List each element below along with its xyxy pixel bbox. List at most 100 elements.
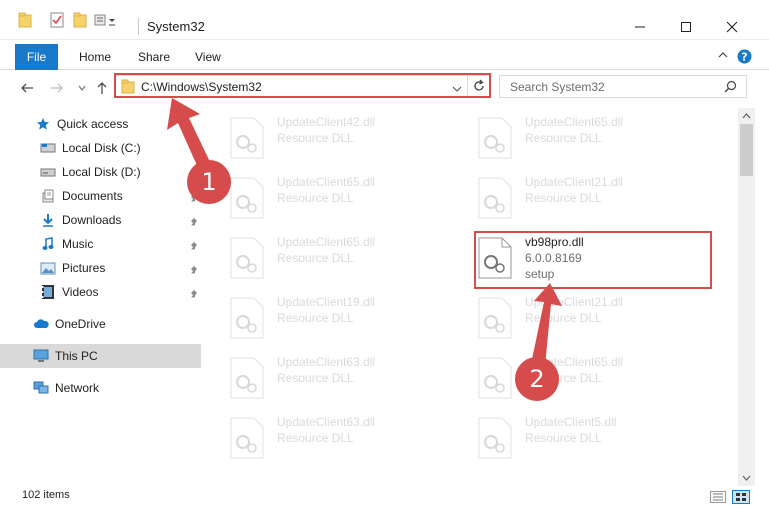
folder-icon[interactable] — [18, 12, 32, 31]
file-description: Resource DLL — [525, 191, 602, 205]
videos-icon — [40, 284, 56, 300]
close-button[interactable] — [709, 12, 755, 42]
sidebar-item-documents[interactable]: Documents — [0, 184, 201, 208]
file-name: UpdateClient65.dll — [277, 175, 376, 189]
maximize-button[interactable] — [663, 12, 709, 42]
sidebar-item-label: Network — [55, 381, 100, 395]
dll-file-icon — [478, 177, 512, 219]
forward-button[interactable] — [47, 78, 67, 98]
sidebar-item-downloads[interactable]: Downloads — [0, 208, 201, 232]
help-icon[interactable]: ? — [737, 49, 752, 67]
file-description: Resource DLL — [277, 431, 354, 445]
file-highlight — [474, 231, 712, 289]
dll-file-icon — [230, 417, 264, 459]
scroll-up-icon[interactable] — [738, 108, 755, 124]
list-item[interactable]: UpdateClient63.dll Resource DLL — [208, 411, 428, 463]
file-list: UpdateClient42.dll Resource DLL UpdateCl… — [207, 108, 738, 486]
dll-file-icon — [478, 357, 512, 399]
sidebar-item-onedrive[interactable]: OneDrive — [0, 312, 201, 336]
tab-view[interactable]: View — [183, 44, 233, 70]
sidebar-item-label: Local Disk (C:) — [62, 141, 141, 155]
title-bar: System32 — [0, 0, 769, 40]
file-name: UpdateClient63.dll — [277, 355, 376, 369]
dll-file-icon — [230, 357, 264, 399]
pictures-icon — [40, 260, 56, 276]
sidebar-item-pictures[interactable]: Pictures — [0, 256, 201, 280]
drive-icon — [40, 164, 56, 180]
search-icon[interactable] — [724, 80, 737, 96]
dll-file-icon — [230, 177, 264, 219]
properties-icon[interactable] — [50, 12, 64, 31]
sidebar-item-local-disk-d[interactable]: Local Disk (D:) — [0, 160, 201, 184]
vertical-scrollbar[interactable] — [738, 108, 755, 486]
download-icon — [40, 212, 56, 228]
file-description: Resource DLL — [525, 131, 602, 145]
file-name: UpdateClient21.dll — [525, 295, 624, 309]
address-bar-highlight — [114, 73, 491, 98]
sidebar-item-music[interactable]: Music — [0, 232, 201, 256]
chevron-down-icon[interactable] — [717, 49, 729, 64]
file-description: Resource DLL — [525, 431, 602, 445]
pin-icon[interactable] — [189, 240, 199, 250]
list-item[interactable]: UpdateClient65.dll Resource DLL — [208, 231, 428, 283]
pin-icon[interactable] — [189, 288, 199, 298]
list-item[interactable]: UpdateClient63.dll Resource DLL — [208, 351, 428, 403]
computer-icon — [33, 348, 49, 364]
dll-file-icon — [478, 417, 512, 459]
back-button[interactable] — [17, 78, 37, 98]
scrollbar-thumb[interactable] — [740, 124, 753, 176]
search-placeholder: Search System32 — [510, 80, 605, 94]
sidebar-item-label: Music — [62, 237, 94, 251]
sidebar-item-label: Quick access — [57, 117, 129, 131]
sidebar-item-videos[interactable]: Videos — [0, 280, 201, 304]
sidebar-item-label: Downloads — [62, 213, 122, 227]
dll-file-icon — [230, 237, 264, 279]
pin-icon[interactable] — [189, 264, 199, 274]
step-badge-1: 1 — [187, 160, 231, 204]
details-view-icon[interactable] — [710, 491, 726, 506]
search-input[interactable]: Search System32 — [499, 75, 747, 98]
svg-text:?: ? — [741, 51, 747, 64]
scroll-down-icon[interactable] — [738, 470, 755, 486]
network-icon — [33, 380, 49, 396]
music-icon — [40, 236, 56, 252]
list-item[interactable]: UpdateClient65.dll Resource DLL — [456, 111, 676, 163]
tab-file[interactable]: File — [15, 44, 58, 70]
list-item[interactable]: UpdateClient21.dll Resource DLL — [456, 171, 676, 223]
list-item[interactable]: UpdateClient5.dll Resource DLL — [456, 411, 676, 463]
window-title: System32 — [147, 19, 205, 34]
tab-share[interactable]: Share — [126, 44, 182, 70]
item-count: 102 items — [22, 489, 70, 501]
file-name: UpdateClient42.dll — [277, 115, 376, 129]
large-icons-view-icon[interactable] — [732, 490, 750, 504]
list-item[interactable]: UpdateClient21.dll Resource DLL — [456, 291, 676, 343]
file-name: UpdateClient65.dll — [525, 115, 624, 129]
minimize-button[interactable] — [617, 12, 663, 42]
sidebar-item-local-disk-c[interactable]: Local Disk (C:) — [0, 136, 201, 160]
ribbon-tabs: File Home Share View ? — [0, 44, 769, 70]
sidebar-item-quick-access[interactable]: Quick access — [0, 112, 201, 136]
drive-icon — [40, 140, 56, 156]
recent-locations-button[interactable] — [72, 78, 92, 98]
file-name: UpdateClient63.dll — [277, 415, 376, 429]
documents-icon — [40, 188, 56, 204]
sidebar-item-network[interactable]: Network — [0, 376, 201, 400]
sidebar-item-label: This PC — [55, 349, 98, 363]
sidebar-item-label: OneDrive — [55, 317, 106, 331]
new-folder-icon[interactable] — [73, 12, 87, 31]
up-button[interactable] — [92, 78, 112, 98]
list-item[interactable]: UpdateClient65.dll Resource DLL — [208, 171, 428, 223]
list-item[interactable]: UpdateClient19.dll Resource DLL — [208, 291, 428, 343]
sidebar-item-label: Pictures — [62, 261, 106, 275]
file-name: UpdateClient65.dll — [277, 235, 376, 249]
pin-icon[interactable] — [189, 216, 199, 226]
list-item[interactable]: UpdateClient42.dll Resource DLL — [208, 111, 428, 163]
file-name: UpdateClient21.dll — [525, 175, 624, 189]
tab-home[interactable]: Home — [67, 44, 123, 70]
dll-file-icon — [230, 117, 264, 159]
sidebar-item-label: Videos — [62, 285, 99, 299]
step-badge-2: 2 — [515, 357, 559, 401]
customize-toolbar-icon[interactable] — [94, 12, 120, 31]
list-item[interactable]: UpdateClient65.dll Resource DLL — [456, 351, 676, 403]
sidebar-item-this-pc[interactable]: This PC — [0, 344, 201, 368]
